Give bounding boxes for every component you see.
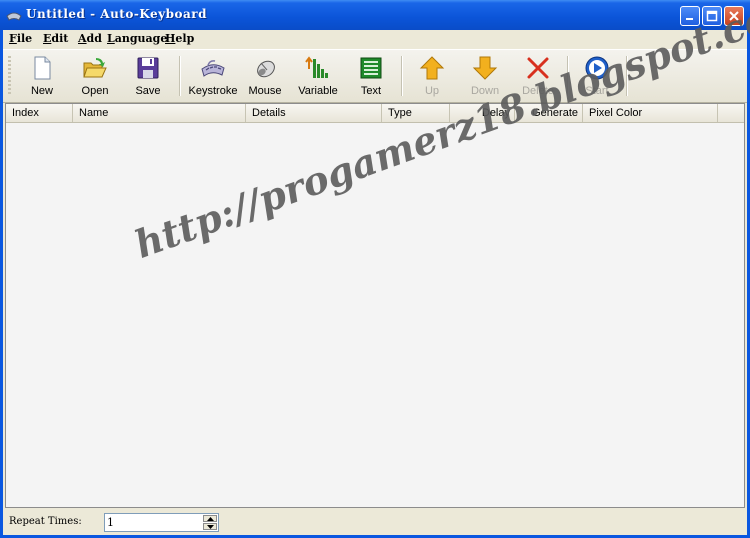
menu-help[interactable]: Help [165, 32, 194, 45]
move-up-button[interactable]: Up [406, 52, 458, 100]
column-header-name[interactable]: Name [73, 104, 246, 122]
app-window: Untitled - Auto-Keyboard File Edit Add L… [0, 0, 750, 538]
menu-edit[interactable]: Edit [43, 32, 68, 45]
toolbar-separator [401, 56, 403, 96]
open-label: Open [81, 85, 109, 97]
mouse-button[interactable]: Mouse [239, 52, 291, 100]
text-list-icon [360, 57, 382, 79]
save-button[interactable]: Save [122, 52, 174, 100]
caret-up-icon [207, 517, 214, 521]
text-label: Text [360, 85, 382, 97]
column-header-index[interactable]: Index [6, 104, 73, 122]
spinner-buttons [203, 515, 217, 530]
variable-icon [305, 56, 328, 78]
spin-down-button[interactable] [203, 523, 217, 530]
mouse-label: Mouse [248, 85, 282, 97]
new-file-icon [34, 56, 51, 80]
window-title: Untitled - Auto-Keyboard [26, 7, 207, 21]
keyboard-app-icon [6, 12, 22, 21]
new-button[interactable]: New [16, 52, 68, 100]
toolbar-separator [179, 56, 181, 96]
column-header-pixel-color[interactable]: Pixel Color [583, 104, 718, 122]
title-bar[interactable]: Untitled - Auto-Keyboard [0, 0, 750, 30]
client-area: File Edit Add Language Help New Open Sav… [3, 0, 750, 535]
arrow-up-icon [419, 56, 445, 80]
new-label: New [30, 85, 53, 97]
caret-down-icon [207, 525, 214, 529]
toolbar-grip[interactable] [8, 56, 11, 96]
repeat-times-input[interactable] [107, 515, 199, 530]
variable-label: Variable [298, 85, 338, 97]
repeat-times-label: Repeat Times: [9, 516, 82, 527]
repeat-times-spinner[interactable] [104, 513, 219, 532]
keyboard-icon [201, 60, 225, 77]
save-label: Save [135, 85, 161, 97]
spin-up-button[interactable] [203, 515, 217, 522]
menu-file[interactable]: File [9, 32, 32, 45]
keystroke-label: Keystroke [188, 85, 238, 97]
arrow-down-icon [472, 56, 498, 80]
mouse-icon [257, 60, 275, 78]
variable-button[interactable]: Variable [292, 52, 344, 100]
keystroke-button[interactable]: Keystroke [183, 52, 243, 100]
column-header-details[interactable]: Details [246, 104, 382, 122]
up-label: Up [424, 85, 440, 97]
action-list[interactable]: Index Name Details Type Delay Generate P… [5, 0, 750, 508]
open-button[interactable]: Open [69, 52, 121, 100]
save-floppy-icon [137, 57, 159, 79]
menu-language[interactable]: Language [107, 32, 167, 45]
menu-add[interactable]: Add [78, 32, 102, 45]
status-bar: Repeat Times: [3, 510, 747, 535]
list-header: Index Name Details Type Delay Generate P… [6, 104, 744, 123]
open-folder-icon [83, 58, 107, 78]
text-button[interactable]: Text [345, 52, 397, 100]
